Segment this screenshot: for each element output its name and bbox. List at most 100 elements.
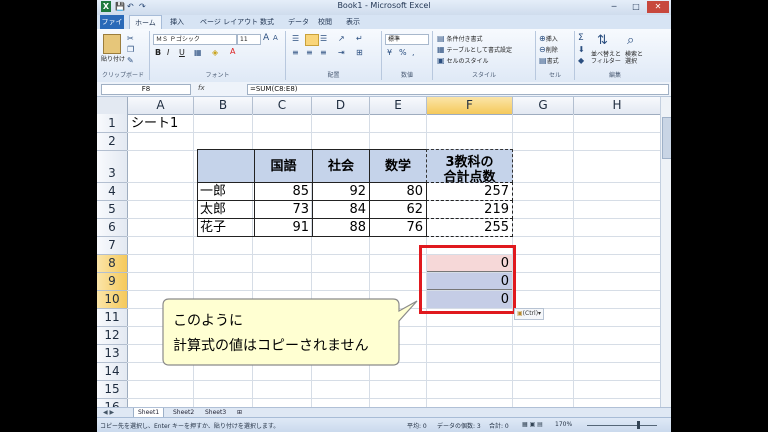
- row-header-6[interactable]: 6: [97, 219, 128, 237]
- cell-d4[interactable]: 92: [312, 182, 370, 201]
- column-header-g[interactable]: G: [513, 97, 574, 115]
- sheet-nav-icon[interactable]: ◀ ▶: [99, 408, 118, 417]
- column-header-b[interactable]: B: [194, 97, 253, 115]
- row-header-16[interactable]: 16: [97, 399, 128, 407]
- new-sheet-icon[interactable]: ⊞: [233, 408, 246, 417]
- format-as-table-button[interactable]: ▦ テーブルとして書式設定: [437, 45, 512, 54]
- cell-c6[interactable]: 91: [254, 218, 313, 237]
- comma-icon[interactable]: ,: [412, 48, 415, 57]
- find-select-button[interactable]: 検索と 選択: [625, 51, 643, 65]
- align-center-icon[interactable]: ≡: [306, 48, 313, 57]
- sort-filter-button[interactable]: 並べ替えと フィルター: [591, 51, 621, 65]
- orientation-icon[interactable]: ↗: [338, 34, 345, 43]
- cell-b6[interactable]: 花子: [197, 218, 255, 237]
- column-header-c[interactable]: C: [253, 97, 312, 115]
- paste-icon[interactable]: [103, 34, 121, 54]
- zoom-slider[interactable]: [587, 425, 657, 426]
- percent-icon[interactable]: %: [399, 48, 407, 57]
- cell-c3[interactable]: 国語: [254, 149, 313, 183]
- number-format-select[interactable]: 標準: [385, 34, 429, 45]
- tab-insert[interactable]: 挿入: [165, 15, 189, 29]
- tab-page-layout[interactable]: ページ レイアウト: [195, 15, 263, 29]
- close-button[interactable]: ✕: [647, 1, 669, 13]
- currency-icon[interactable]: ¥: [387, 48, 392, 57]
- fill-icon[interactable]: ⬇: [578, 45, 585, 54]
- copy-icon[interactable]: ❐: [127, 45, 134, 54]
- clear-icon[interactable]: ◆: [578, 56, 584, 65]
- sheet-tab-sheet2[interactable]: Sheet2: [169, 408, 198, 417]
- format-cells-button[interactable]: ▤書式: [539, 56, 559, 65]
- row-header-1[interactable]: 1: [97, 114, 128, 133]
- function-icon[interactable]: fx: [198, 84, 205, 92]
- font-color-icon[interactable]: A: [230, 47, 235, 56]
- tab-formulas[interactable]: 数式: [255, 15, 279, 29]
- autosum-icon[interactable]: Σ: [578, 33, 584, 43]
- align-right-icon[interactable]: ≡: [320, 48, 327, 57]
- row-header-11[interactable]: 11: [97, 309, 128, 327]
- maximize-button[interactable]: □: [625, 1, 647, 13]
- cell-styles-button[interactable]: ▣ セルのスタイル: [437, 56, 489, 65]
- shrink-font-icon[interactable]: A: [273, 34, 278, 42]
- cell-b3[interactable]: [197, 149, 255, 183]
- italic-button[interactable]: I: [167, 48, 169, 57]
- cell-d5[interactable]: 84: [312, 200, 370, 219]
- underline-button[interactable]: U: [179, 48, 185, 57]
- row-header-5[interactable]: 5: [97, 201, 128, 219]
- scroll-thumb[interactable]: [662, 117, 671, 159]
- tab-home[interactable]: ホーム: [129, 15, 162, 29]
- sort-filter-icon[interactable]: ⇅: [597, 33, 608, 48]
- row-header-13[interactable]: 13: [97, 345, 128, 363]
- column-header-d[interactable]: D: [312, 97, 370, 115]
- cell-d6[interactable]: 88: [312, 218, 370, 237]
- cell-f3[interactable]: 3教科の 合計点数: [426, 149, 513, 185]
- name-box[interactable]: F8: [101, 84, 191, 95]
- fill-color-icon[interactable]: ◈: [212, 48, 218, 57]
- column-header-h[interactable]: H: [574, 97, 660, 115]
- cell-c4[interactable]: 85: [254, 182, 313, 201]
- cell-e4[interactable]: 80: [369, 182, 427, 201]
- row-header-4[interactable]: 4: [97, 183, 128, 201]
- bold-button[interactable]: B: [155, 48, 161, 57]
- view-buttons-icon[interactable]: ▦ ▣ ▤: [522, 421, 543, 428]
- cell-a1[interactable]: シート1: [131, 115, 178, 132]
- wrap-text-icon[interactable]: ↵: [356, 34, 363, 43]
- worksheet-grid[interactable]: A B C D E F G H 1 2 3 4 5 6 7 8 9 10 11 …: [97, 97, 660, 407]
- cell-f6[interactable]: 255: [426, 218, 513, 237]
- row-header-14[interactable]: 14: [97, 363, 128, 381]
- column-header-e[interactable]: E: [370, 97, 427, 115]
- cell-e3[interactable]: 数学: [369, 149, 427, 183]
- column-header-a[interactable]: A: [128, 97, 194, 115]
- select-all-corner[interactable]: [97, 97, 128, 115]
- row-header-12[interactable]: 12: [97, 327, 128, 345]
- font-name-select[interactable]: ＭＳ Ｐゴシック: [153, 34, 237, 45]
- row-header-3[interactable]: 3: [97, 151, 128, 183]
- cell-f5[interactable]: 219: [426, 200, 513, 219]
- cell-e5[interactable]: 62: [369, 200, 427, 219]
- tab-file[interactable]: ファイル: [100, 15, 124, 40]
- align-top-icon[interactable]: ☰: [292, 34, 299, 43]
- align-bottom-icon[interactable]: ☰: [320, 34, 327, 43]
- border-icon[interactable]: ▦: [194, 48, 202, 57]
- zoom-level[interactable]: 170%: [555, 421, 572, 428]
- format-painter-icon[interactable]: ✎: [127, 56, 134, 65]
- merge-center-icon[interactable]: ⊞: [356, 48, 363, 57]
- insert-cells-button[interactable]: ⊕挿入: [539, 34, 558, 43]
- row-header-9[interactable]: 9: [97, 273, 128, 291]
- tab-review[interactable]: 校閲: [313, 15, 337, 29]
- zoom-slider-thumb[interactable]: [637, 421, 640, 429]
- cell-b4[interactable]: 一郎: [197, 182, 255, 201]
- cell-e6[interactable]: 76: [369, 218, 427, 237]
- align-left-icon[interactable]: ≡: [292, 48, 299, 57]
- formula-input[interactable]: =SUM(C8:E8): [247, 84, 669, 95]
- tab-data[interactable]: データ: [283, 15, 314, 29]
- tab-view[interactable]: 表示: [341, 15, 365, 29]
- cell-d3[interactable]: 社会: [312, 149, 370, 183]
- cell-f4[interactable]: 257: [426, 182, 513, 201]
- cell-c5[interactable]: 73: [254, 200, 313, 219]
- cell-b5[interactable]: 太郎: [197, 200, 255, 219]
- sheet-tab-sheet3[interactable]: Sheet3: [201, 408, 230, 417]
- column-header-f[interactable]: F: [427, 97, 513, 115]
- indent-icon[interactable]: ⇥: [338, 48, 345, 57]
- align-middle-icon[interactable]: [305, 34, 319, 46]
- row-header-8[interactable]: 8: [97, 255, 128, 273]
